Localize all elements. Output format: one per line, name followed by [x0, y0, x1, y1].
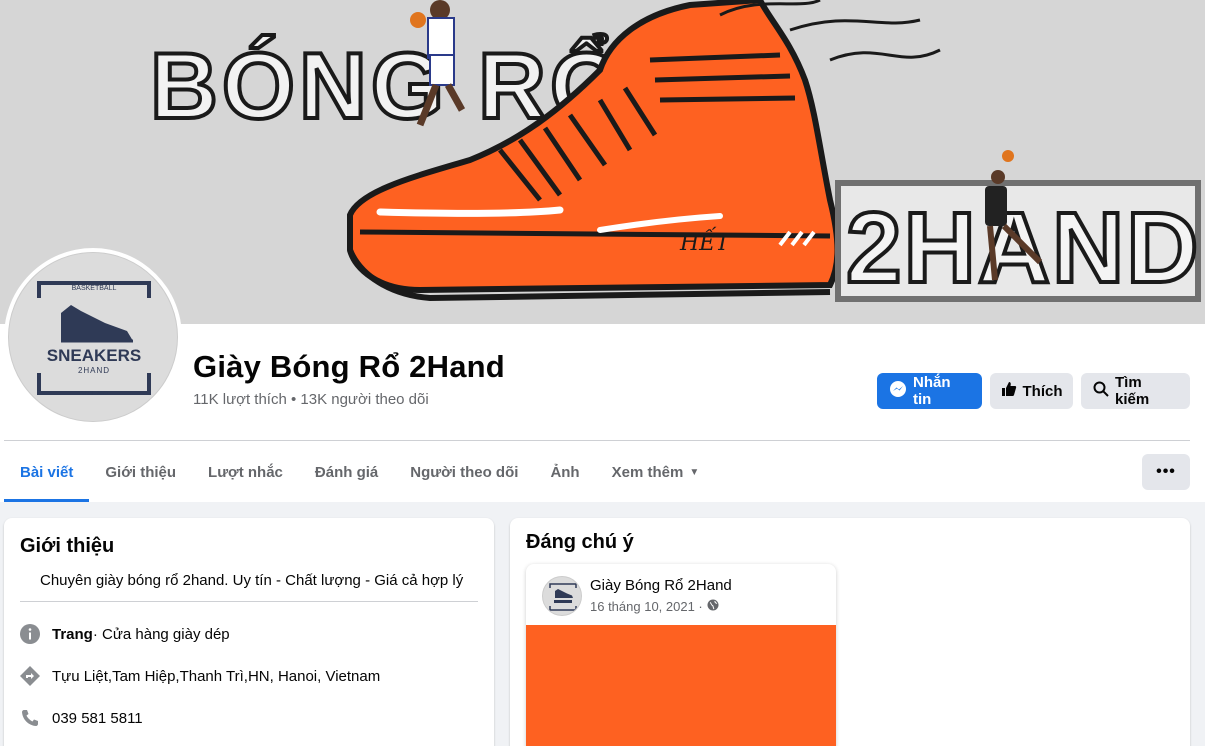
tab-posts[interactable]: Bài viết: [4, 442, 90, 502]
logo-since-text: SINCE 2020: [80, 391, 108, 397]
tab-more-label: Xem thêm: [611, 463, 684, 481]
directions-icon: [20, 666, 40, 686]
intro-title: Giới thiệu: [20, 535, 115, 557]
intro-card: Giới thiệu Chuyên giày bóng rổ 2hand. Uy…: [4, 518, 494, 746]
sneakers-logo: BASKETBALL SNEAKERS 2HAND SINCE 2020: [37, 281, 151, 397]
messenger-icon: [889, 380, 907, 402]
category-value: · Cửa hàng giày dép: [92, 625, 230, 643]
address-text[interactable]: Tựu Liệt,Tam Hiệp,Thanh Trì,HN, Hanoi, V…: [52, 668, 380, 685]
post-date[interactable]: 16 tháng 10, 2021 ·: [590, 599, 703, 614]
profile-avatar-frame[interactable]: BASKETBALL SNEAKERS 2HAND SINCE 2020: [4, 248, 182, 426]
tab-more[interactable]: Xem thêm ▼: [596, 442, 716, 502]
search-button-label: Tìm kiếm: [1115, 374, 1150, 408]
category-row: Trang · Cửa hàng giày dép: [20, 624, 230, 644]
post-author-avatar[interactable]: [542, 576, 582, 616]
phone-text[interactable]: 039 581 5811: [52, 710, 143, 727]
logo-main-text: SNEAKERS: [47, 346, 141, 365]
address-row: Tựu Liệt,Tam Hiệp,Thanh Trì,HN, Hanoi, V…: [20, 666, 380, 686]
search-icon: [1093, 381, 1109, 401]
page-tabs: Bài viết Giới thiệu Lượt nhắc Đánh giá N…: [4, 442, 715, 502]
post-author-name[interactable]: Giày Bóng Rổ 2Hand: [590, 577, 732, 594]
profile-avatar[interactable]: BASKETBALL SNEAKERS 2HAND SINCE 2020: [8, 252, 178, 422]
featured-title: Đáng chú ý: [526, 531, 634, 553]
more-options-button[interactable]: •••: [1142, 454, 1190, 490]
page-stats[interactable]: 11K lượt thích • 13K người theo dõi: [193, 391, 429, 408]
caret-down-icon: ▼: [689, 466, 700, 478]
info-icon: [20, 624, 40, 644]
page-title: Giày Bóng Rổ 2Hand: [193, 349, 505, 384]
phone-icon: [20, 708, 40, 728]
tab-reviews[interactable]: Đánh giá: [299, 442, 394, 502]
post-date-row: 16 tháng 10, 2021 ·: [590, 599, 719, 614]
like-button-label: Thích: [1022, 382, 1063, 400]
thumbs-up-icon: [1001, 381, 1017, 401]
shoe-signature: HẾT: [679, 227, 732, 256]
message-button[interactable]: Nhắn tin: [877, 373, 982, 409]
message-button-label: Nhắn tin: [913, 374, 951, 408]
cover-photo[interactable]: BÓNG RỔ HẾT 2HAND: [0, 0, 1205, 324]
tab-about[interactable]: Giới thiệu: [89, 442, 192, 502]
like-button[interactable]: Thích: [990, 373, 1073, 409]
globe-icon: [707, 599, 719, 614]
logo-sub-text: 2HAND: [78, 366, 110, 375]
tab-photos[interactable]: Ảnh: [534, 442, 595, 502]
logo-top-text: BASKETBALL: [72, 285, 117, 292]
header-divider: [4, 440, 1190, 441]
intro-bio: Chuyên giày bóng rổ 2hand. Uy tín - Chất…: [40, 572, 464, 589]
intro-divider: [20, 601, 478, 602]
featured-post[interactable]: Giày Bóng Rổ 2Hand 16 tháng 10, 2021 ·: [526, 564, 836, 746]
tab-followers[interactable]: Người theo dõi: [394, 442, 534, 502]
cover-illustration: BÓNG RỔ HẾT 2HAND: [0, 0, 1205, 324]
tab-mentions[interactable]: Lượt nhắc: [192, 442, 299, 502]
search-button[interactable]: Tìm kiếm: [1081, 373, 1190, 409]
post-image[interactable]: [526, 625, 836, 746]
category-prefix[interactable]: Trang: [52, 626, 93, 643]
featured-card: Đáng chú ý Giày Bóng Rổ 2Hand 16 tháng 1…: [510, 518, 1190, 746]
phone-row: 039 581 5811: [20, 708, 143, 728]
